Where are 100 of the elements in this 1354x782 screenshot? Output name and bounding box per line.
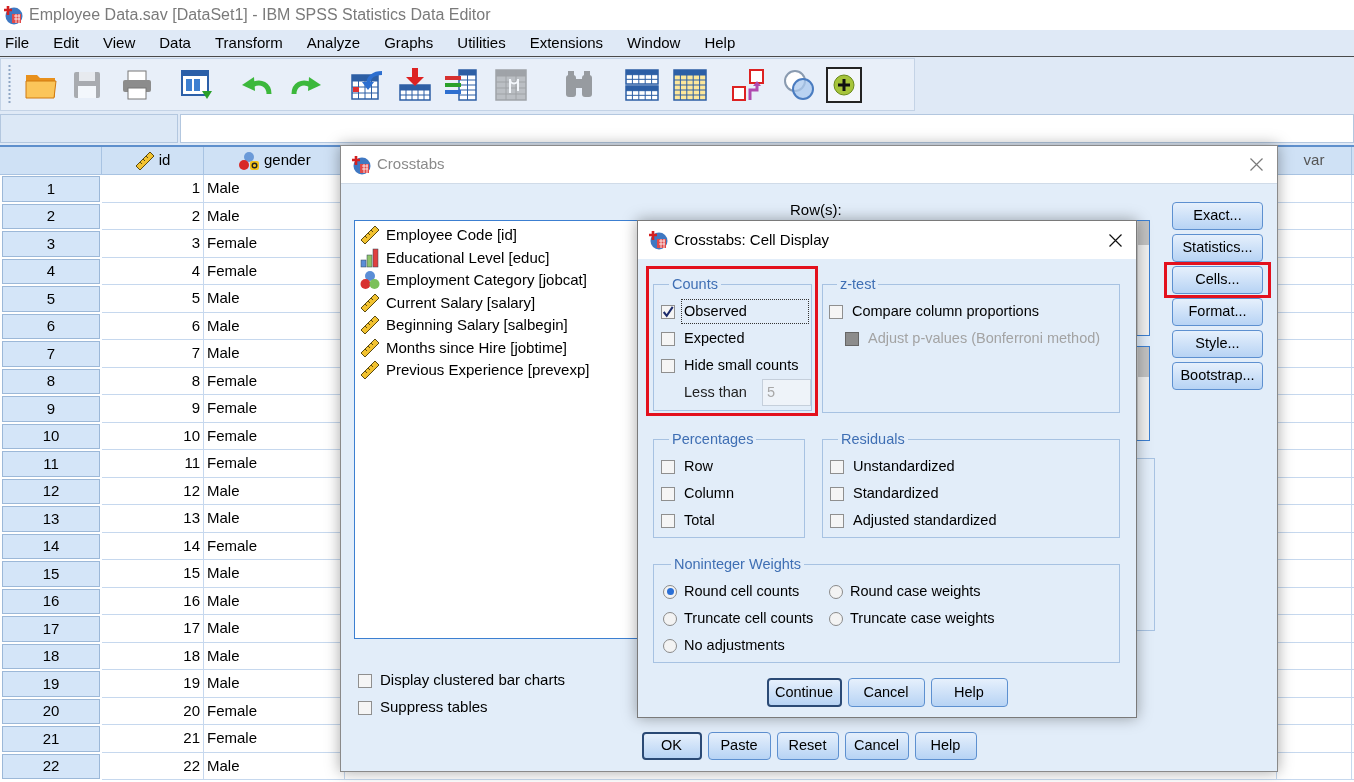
table-down-arrow-icon[interactable] (397, 66, 433, 103)
checkbox-label[interactable]: Row (681, 456, 716, 477)
row-header[interactable]: 1 (2, 176, 100, 202)
row-header[interactable]: 17 (2, 616, 100, 642)
row-header[interactable]: 20 (2, 698, 100, 724)
menu-item[interactable]: Edit (53, 31, 80, 55)
style-button[interactable]: Style... (1172, 330, 1263, 358)
checkbox-label[interactable]: Suppress tables (380, 696, 488, 719)
exact-button[interactable]: Exact... (1172, 202, 1263, 230)
variable-item[interactable]: Employment Category [jobcat] (360, 269, 587, 292)
row-header[interactable]: 4 (2, 258, 100, 284)
cell-value-field[interactable] (180, 114, 1354, 143)
help-button[interactable]: Help (930, 678, 1008, 707)
checkbox[interactable] (661, 513, 675, 528)
radio-button[interactable] (663, 638, 677, 653)
row-header[interactable]: 5 (2, 286, 100, 312)
checkbox-label[interactable]: Standardized (850, 483, 942, 504)
checkbox-label[interactable]: Observed (681, 299, 809, 324)
checkbox[interactable] (830, 513, 844, 528)
bootstrap-button[interactable]: Bootstrap... (1172, 362, 1263, 390)
row-header[interactable]: 12 (2, 478, 100, 504)
row-header[interactable]: 13 (2, 506, 100, 532)
variable-item[interactable]: Employee Code [id] (360, 224, 517, 247)
radio-button[interactable] (829, 611, 843, 626)
row-header[interactable]: 15 (2, 561, 100, 587)
row-header[interactable]: 6 (2, 313, 100, 339)
menu-item[interactable]: Window (627, 31, 681, 55)
radio-label[interactable]: Truncate case weights (850, 607, 995, 630)
variable-item[interactable]: Previous Experience [prevexp] (360, 359, 590, 382)
radio-label[interactable]: Round case weights (850, 580, 981, 603)
menu-item[interactable]: Extensions (529, 31, 604, 55)
checkbox[interactable] (661, 358, 675, 373)
grip-icon[interactable] (8, 64, 11, 105)
ok-button[interactable]: OK (641, 732, 702, 760)
checkbox[interactable] (829, 304, 843, 319)
variable-item[interactable]: Months since Hire [jobtime] (360, 336, 567, 359)
help-button[interactable]: Help (914, 732, 977, 760)
table-cell: 1 (102, 175, 204, 203)
menu-item[interactable]: Utilities (457, 31, 506, 55)
table-cell: 21 (102, 725, 204, 753)
menu-item[interactable]: Analyze (306, 31, 361, 55)
reset-button[interactable]: Reset (776, 732, 839, 760)
variable-item[interactable]: Current Salary [salary] (360, 291, 536, 314)
menu-item[interactable]: Data (159, 31, 191, 55)
row-header[interactable]: 2 (2, 203, 100, 229)
checkbox[interactable] (661, 331, 675, 346)
checkbox[interactable] (661, 486, 675, 501)
checkbox-label[interactable]: Adjusted standardized (850, 510, 1000, 531)
scrollbar[interactable] (1137, 221, 1149, 335)
checkbox[interactable] (830, 459, 844, 474)
row-header[interactable]: 9 (2, 396, 100, 422)
cell-reference-field[interactable] (0, 114, 178, 143)
checkbox[interactable] (358, 673, 372, 688)
column-header[interactable]: id (102, 147, 204, 174)
radio-button[interactable] (663, 584, 677, 599)
cancel-button[interactable]: Cancel (847, 678, 925, 707)
format-button[interactable]: Format... (1172, 298, 1263, 326)
row-header[interactable]: 21 (2, 726, 100, 752)
checkbox[interactable] (661, 459, 675, 474)
app-icon (3, 5, 23, 25)
table-header-icon[interactable] (672, 66, 708, 103)
row-header[interactable]: 19 (2, 671, 100, 697)
menu-item[interactable]: Help (704, 31, 736, 55)
radio-button[interactable] (829, 584, 843, 599)
checkbox[interactable] (358, 700, 372, 715)
row-header[interactable]: 22 (2, 753, 100, 779)
checkbox[interactable] (661, 304, 675, 319)
cancel-button[interactable]: Cancel (844, 732, 909, 760)
menu-item[interactable]: Transform (214, 31, 283, 55)
ruler-icon (360, 360, 380, 381)
row-header[interactable]: 18 (2, 643, 100, 669)
close-button[interactable] (1107, 232, 1123, 248)
row-header[interactable]: 7 (2, 341, 100, 367)
squares-arrow-icon[interactable] (730, 66, 766, 103)
close-icon (1249, 158, 1263, 171)
menu-item[interactable]: View (103, 31, 136, 55)
row-header[interactable]: 10 (2, 423, 100, 449)
table-lines-icon[interactable] (443, 66, 479, 103)
row-header[interactable]: 8 (2, 368, 100, 394)
continue-button[interactable]: Continue (766, 678, 842, 707)
table-cell: 18 (102, 642, 204, 670)
menu-item[interactable]: Graphs (384, 31, 434, 55)
checkbox-label[interactable]: Compare column proportions (849, 301, 1042, 322)
variable-item[interactable]: Educational Level [educ] (360, 246, 550, 269)
radio-button[interactable] (663, 611, 677, 626)
row-header[interactable]: 3 (2, 231, 100, 257)
row-header[interactable]: 14 (2, 533, 100, 559)
checkbox-label[interactable]: Unstandardized (850, 456, 958, 477)
checkbox[interactable] (830, 486, 844, 501)
split-table-icon[interactable] (624, 66, 660, 103)
row-header[interactable]: 11 (2, 451, 100, 477)
variable-item[interactable]: Beginning Salary [salbegin] (360, 314, 568, 337)
menu-item[interactable]: File (5, 31, 30, 55)
checkbox-label[interactable]: Total (681, 510, 718, 531)
cells-button[interactable]: Cells... (1172, 266, 1263, 294)
checkbox-label[interactable]: Display clustered bar charts (380, 669, 566, 692)
statistics-button[interactable]: Statistics... (1172, 234, 1263, 262)
scrollbar[interactable] (1137, 347, 1149, 440)
paste-button[interactable]: Paste (707, 732, 771, 760)
row-header[interactable]: 16 (2, 588, 100, 614)
